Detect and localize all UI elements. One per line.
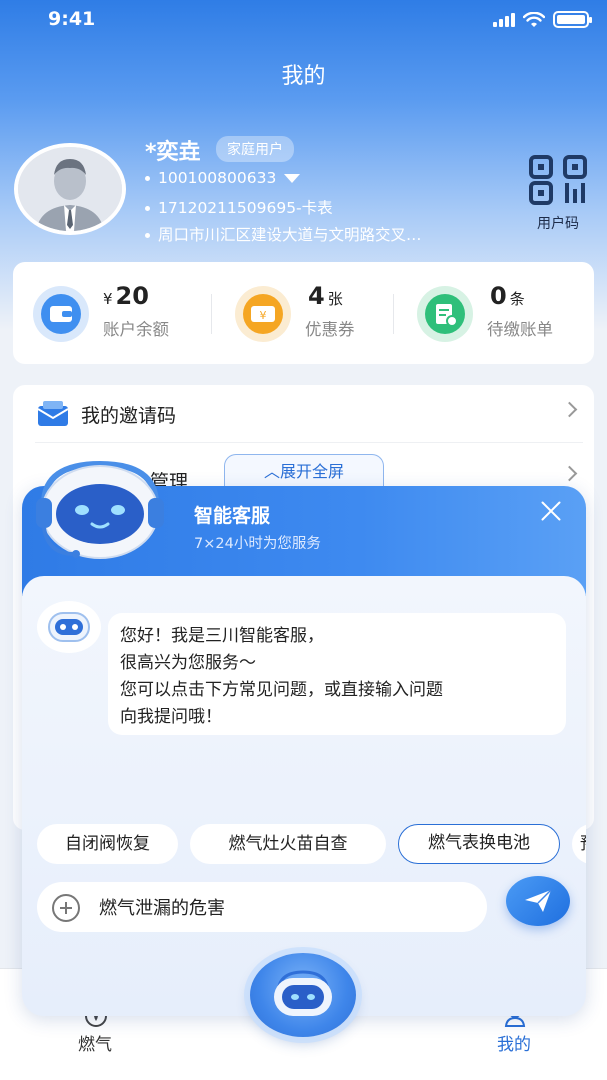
divider: [211, 294, 212, 334]
coupon-value: 4: [308, 282, 325, 310]
tab-mine[interactable]: 我的: [497, 1006, 531, 1055]
quick-question-chip[interactable]: 燃气表换电池: [398, 824, 560, 864]
user-code-button[interactable]: 用户码: [525, 155, 591, 233]
meter-number-line: 17120211509695-卡表: [145, 196, 333, 218]
wallet-icon: [33, 286, 89, 342]
customer-service-title: 智能客服: [194, 505, 271, 527]
customer-service-subtitle: 7×24小时为您服务: [194, 536, 321, 552]
greeting-line: 很高兴为您服务～: [120, 653, 256, 673]
user-name: *奕垚: [145, 140, 201, 165]
robot-mascot: [22, 458, 182, 564]
quick-question-chip[interactable]: 自闭阀恢复: [37, 824, 178, 864]
account-number: 100100800633: [158, 169, 277, 187]
qr-code-icon: [529, 155, 587, 205]
menu-label: 我的邀请码: [81, 405, 177, 427]
account-number-selector[interactable]: 100100800633: [145, 169, 301, 187]
balance-label: 账户余额: [103, 320, 169, 339]
status-icons: [493, 11, 592, 28]
caret-down-icon: [284, 174, 301, 183]
bill-icon: [417, 286, 473, 342]
menu-item-invite-code[interactable]: 我的邀请码: [35, 385, 583, 443]
invite-mail-icon: [37, 401, 69, 426]
quick-question-chip[interactable]: 燃气灶火苗自查: [190, 824, 386, 864]
coupon-stat[interactable]: ¥ 4张 优惠券: [235, 282, 405, 342]
battery-icon: [553, 11, 592, 28]
chat-body: 您好！我是三川智能客服， 很高兴为您服务～ 您可以点击下方常见问题，或直接输入问…: [22, 576, 586, 1016]
divider: [393, 294, 394, 334]
chevron-right-icon: [561, 401, 578, 418]
send-icon: [525, 889, 552, 912]
coupon-icon: ¥: [235, 286, 291, 342]
close-icon[interactable]: [540, 500, 562, 522]
user-code-label: 用户码: [537, 216, 579, 232]
plus-icon[interactable]: [52, 894, 80, 922]
send-button[interactable]: [506, 876, 570, 926]
address-line: 周口市川汇区建设大道与文明路交叉…: [145, 223, 422, 245]
user-type-badge: 家庭用户: [216, 136, 294, 162]
balance-stat[interactable]: ¥20 账户余额: [33, 282, 213, 342]
tab-gas[interactable]: 燃气: [78, 1005, 112, 1055]
bot-avatar: [37, 601, 101, 653]
cellular-signal-icon: [493, 12, 515, 27]
robot-icon: [274, 970, 332, 1016]
pending-bill-stat[interactable]: 0条 待缴账单: [417, 282, 587, 342]
coupon-label: 优惠券: [305, 320, 355, 339]
quick-question-chip[interactable]: 预: [572, 824, 586, 864]
greeting-line: 您好！我是三川智能客服，: [120, 626, 324, 646]
greeting-message-bubble: 您好！我是三川智能客服， 很高兴为您服务～ 您可以点击下方常见问题，或直接输入问…: [108, 613, 566, 735]
customer-service-panel: 智能客服 7×24小时为您服务 您好！我是三川智能客服， 很高兴为您服务～ 您可…: [22, 486, 586, 1016]
balance-value: 20: [115, 282, 149, 310]
status-time: 9:41: [48, 8, 96, 30]
page-title: 我的: [281, 64, 326, 89]
message-input-value: 燃气泄漏的危害: [99, 898, 225, 919]
message-input[interactable]: 燃气泄漏的危害: [37, 882, 487, 932]
avatar[interactable]: [14, 143, 126, 235]
pending-bill-label: 待缴账单: [487, 320, 553, 339]
pending-bill-value: 0: [490, 282, 507, 310]
floating-assistant-button[interactable]: [250, 953, 356, 1037]
meter-number: 17120211509695-卡表: [158, 199, 333, 217]
address: 周口市川汇区建设大道与文明路交叉…: [158, 226, 422, 244]
chevron-right-icon: [561, 465, 578, 482]
svg-text:¥: ¥: [260, 309, 267, 322]
user-silhouette-icon: [18, 147, 122, 231]
greeting-line: 向我提问哦！: [120, 707, 222, 727]
account-stats-card: ¥20 账户余额 ¥ 4张 优惠券 0条 待缴账单: [13, 262, 594, 364]
status-bar: 9:41: [0, 0, 607, 40]
greeting-line: 您可以点击下方常见问题，或直接输入问题: [120, 680, 443, 700]
robot-mascot-icon: [36, 460, 164, 559]
wifi-icon: [523, 11, 545, 27]
robot-icon: [48, 612, 90, 642]
